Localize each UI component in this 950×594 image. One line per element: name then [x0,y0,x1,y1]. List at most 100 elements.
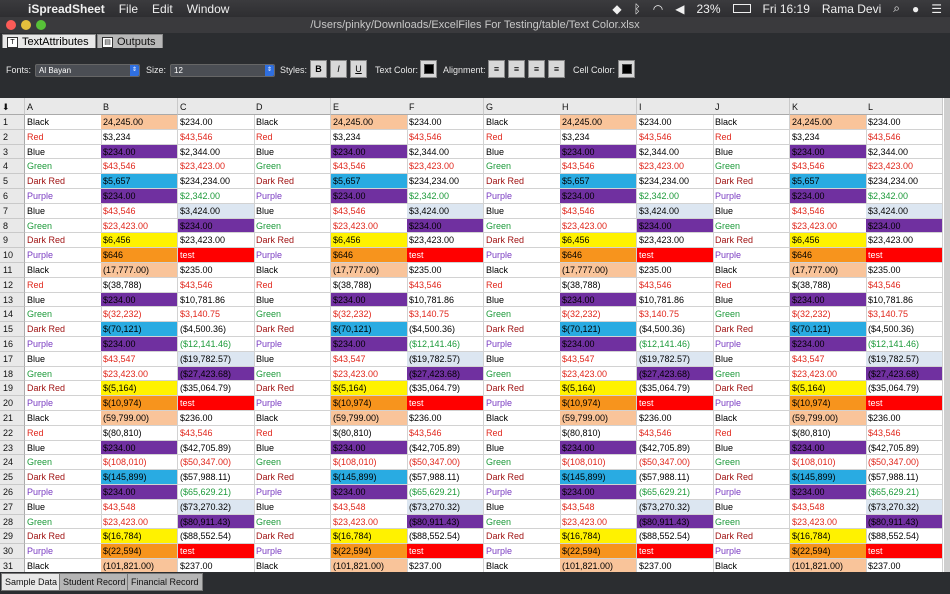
table-cell[interactable]: $234.00 [331,485,408,500]
table-cell[interactable]: Purple [484,189,561,204]
table-cell[interactable]: $646 [560,248,637,263]
volume-icon[interactable]: ◀ [675,2,684,16]
table-cell[interactable]: ($57,988.11) [407,470,484,485]
table-cell[interactable]: test [407,544,484,559]
table-cell[interactable]: $43,546 [637,425,714,441]
table-cell[interactable]: $10,781.86 [407,292,484,308]
text-color-well[interactable] [420,60,437,78]
table-cell[interactable]: Black [254,559,331,572]
table-cell[interactable]: $(80,810) [790,425,867,441]
row-header[interactable]: 21 [0,411,25,426]
table-cell[interactable]: ($35,064.79) [407,381,484,397]
table-cell[interactable]: $(5,164) [101,381,178,397]
table-cell[interactable]: $2,342.00 [178,189,255,204]
table-cell[interactable]: Blue [484,292,561,308]
table-cell[interactable]: $23,423.00 [790,218,867,234]
table-cell[interactable]: Dark Red [713,233,790,249]
table-cell[interactable]: $23,423.00 [790,366,867,382]
table-cell[interactable]: $(145,899) [331,470,408,485]
table-cell[interactable]: Green [254,455,331,471]
table-cell[interactable]: Purple [25,248,102,263]
table-cell[interactable]: 24,245.00 [101,115,178,130]
table-cell[interactable]: $43,546 [637,129,714,145]
table-cell[interactable]: Blue [484,440,561,456]
table-cell[interactable]: ($4,500.36) [866,322,943,337]
table-cell[interactable]: Red [254,129,331,145]
table-cell[interactable]: $234.00 [560,485,637,500]
table-cell[interactable]: Blue [713,499,790,515]
battery-icon[interactable] [732,4,751,13]
table-cell[interactable]: $43,547 [331,351,408,367]
table-cell[interactable]: $43,546 [560,203,637,219]
table-cell[interactable]: $234,234.00 [637,174,714,189]
column-header[interactable]: I [637,98,714,115]
table-cell[interactable]: $(16,784) [560,529,637,545]
table-cell[interactable]: $(32,232) [331,307,408,323]
table-cell[interactable]: ($65,629.21) [637,485,714,500]
table-cell[interactable]: Purple [484,485,561,500]
table-cell[interactable]: $43,546 [101,159,178,175]
table-cell[interactable]: $2,342.00 [866,189,943,204]
table-cell[interactable]: $234.00 [790,440,867,456]
table-cell[interactable]: $23,423.00 [866,233,943,249]
table-cell[interactable]: ($12,141.46) [407,337,484,352]
table-cell[interactable]: ($27,423.68) [866,366,943,382]
column-header[interactable]: H [560,98,637,115]
table-cell[interactable]: $43,546 [407,277,484,293]
table-cell[interactable]: Black [254,115,331,130]
table-cell[interactable]: $(22,594) [560,544,637,559]
table-cell[interactable]: $(70,121) [331,322,408,337]
font-select[interactable]: Al Bayan ⇕ [35,64,140,77]
table-cell[interactable]: Black [25,411,102,426]
table-cell[interactable]: $234.00 [101,292,178,308]
table-cell[interactable]: ($50,347.00) [637,455,714,471]
table-cell[interactable]: Black [25,559,102,572]
table-cell[interactable]: (17,777.00) [560,263,637,278]
table-cell[interactable]: $3,234 [101,129,178,145]
table-cell[interactable]: test [866,544,943,559]
table-cell[interactable]: Blue [25,351,102,367]
table-cell[interactable]: $646 [790,248,867,263]
table-cell[interactable]: $(22,594) [790,544,867,559]
table-cell[interactable]: $(10,974) [331,396,408,411]
table-cell[interactable]: (17,777.00) [101,263,178,278]
size-select[interactable]: 12 ⇕ [170,64,275,77]
table-cell[interactable]: test [866,396,943,411]
table-cell[interactable]: $2,342.00 [407,189,484,204]
table-cell[interactable]: Green [254,514,331,530]
table-cell[interactable]: $3,140.75 [407,307,484,323]
row-header[interactable]: 15 [0,322,25,337]
table-cell[interactable]: $234.00 [178,115,255,130]
table-cell[interactable]: Green [484,455,561,471]
table-cell[interactable]: $43,546 [866,129,943,145]
table-cell[interactable]: ($42,705.89) [178,440,255,456]
table-cell[interactable]: $5,657 [790,174,867,189]
row-header[interactable]: 16 [0,337,25,352]
table-cell[interactable]: ($4,500.36) [637,322,714,337]
table-cell[interactable]: $(145,899) [101,470,178,485]
table-cell[interactable]: Dark Red [25,381,102,397]
table-cell[interactable]: ($57,988.11) [637,470,714,485]
table-cell[interactable]: Dark Red [254,381,331,397]
sheet-tab-financial-record[interactable]: Financial Record [127,573,203,591]
table-cell[interactable]: Dark Red [254,322,331,337]
table-cell[interactable]: $236.00 [407,411,484,426]
table-cell[interactable]: Black [713,115,790,130]
table-cell[interactable]: ($19,782.57) [637,351,714,367]
table-cell[interactable]: $43,546 [407,425,484,441]
table-cell[interactable]: $23,423.00 [560,218,637,234]
table-cell[interactable]: $234.00 [331,337,408,352]
table-cell[interactable]: $(10,974) [101,396,178,411]
table-cell[interactable]: $(80,810) [331,425,408,441]
table-cell[interactable]: $43,546 [866,425,943,441]
table-cell[interactable]: ($35,064.79) [178,381,255,397]
table-cell[interactable]: $23,423.00 [637,233,714,249]
table-cell[interactable]: (101,821.00) [101,559,178,572]
table-cell[interactable]: $43,546 [790,203,867,219]
vertical-scrollbar[interactable] [944,98,950,572]
row-header[interactable]: 12 [0,277,25,293]
table-cell[interactable]: $3,424.00 [637,203,714,219]
table-cell[interactable]: Green [484,218,561,234]
table-cell[interactable]: $23,423.00 [331,218,408,234]
table-cell[interactable]: Dark Red [484,381,561,397]
